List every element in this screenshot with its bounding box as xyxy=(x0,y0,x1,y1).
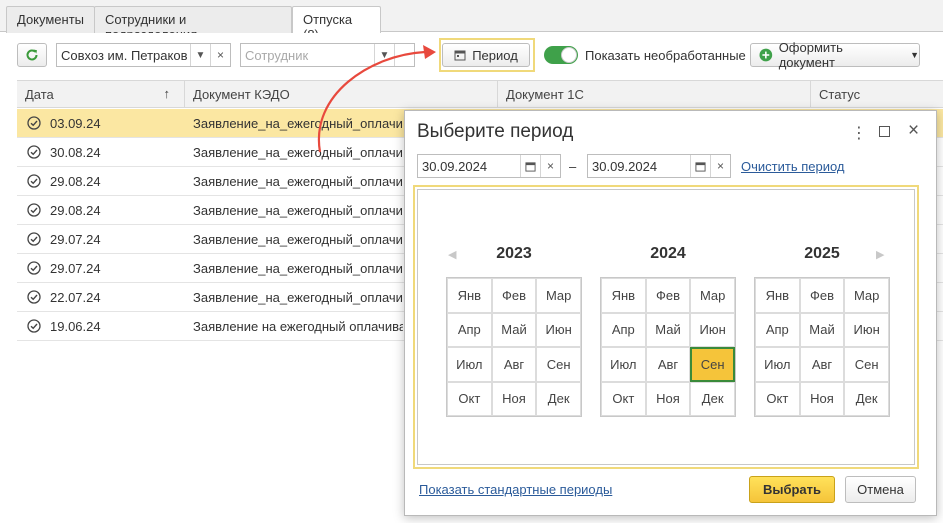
year-title: 2024 xyxy=(650,245,686,262)
date-range-dash: – xyxy=(569,159,577,174)
month-cell[interactable]: Ноя xyxy=(799,381,845,416)
cancel-button-label: Отмена xyxy=(857,482,904,497)
month-cell[interactable]: Май xyxy=(491,312,537,347)
month-cell[interactable]: Июл xyxy=(601,347,646,382)
year-title: 2025 xyxy=(804,245,840,262)
month-cell[interactable]: Окт xyxy=(601,381,646,416)
more-menu-icon[interactable]: ⋮ xyxy=(851,123,867,143)
select-button-label: Выбрать xyxy=(762,482,822,497)
month-cell[interactable]: Июн xyxy=(690,312,735,347)
calendar-icon[interactable] xyxy=(520,155,540,177)
clear-period-link[interactable]: Очистить период xyxy=(741,159,845,174)
month-calendar-frame: ◀ ▶ 2023 Янв Фев Мар Апр Май Июн Июл Авг Сен Окт Но… xyxy=(413,185,919,469)
month-cell[interactable]: Дек xyxy=(690,381,735,416)
date-to-value: 30.09.2024 xyxy=(592,158,658,174)
month-cell[interactable]: Сен xyxy=(844,347,889,382)
month-cell[interactable]: Июл xyxy=(755,347,800,382)
close-icon[interactable]: × xyxy=(908,120,919,142)
month-cell[interactable]: Авг xyxy=(645,347,691,382)
month-cell[interactable]: Июн xyxy=(536,312,581,347)
dialog-title: Выберите период xyxy=(417,121,574,142)
month-calendar: ◀ ▶ 2023 Янв Фев Мар Апр Май Июн Июл Авг Сен Окт Но… xyxy=(417,189,915,465)
month-cell[interactable]: Янв xyxy=(601,278,646,313)
calendar-icon[interactable] xyxy=(690,155,710,177)
month-cell[interactable]: Авг xyxy=(799,347,845,382)
standard-periods-link[interactable]: Показать стандартные периоды xyxy=(419,482,612,497)
period-dialog: Выберите период ⋮ × 30.09.2024 × – 30.09… xyxy=(404,110,937,516)
year-title: 2023 xyxy=(496,245,532,262)
clear-icon[interactable]: × xyxy=(540,155,560,177)
month-cell[interactable]: Окт xyxy=(755,381,800,416)
month-cell[interactable]: Апр xyxy=(447,312,492,347)
month-cell[interactable]: Июн xyxy=(844,312,889,347)
month-cell[interactable]: Фев xyxy=(645,278,691,313)
month-grid: Янв Фев Мар Апр Май Июн Июл Авг Сен Окт Ноя Дек xyxy=(446,277,582,417)
month-cell[interactable]: Апр xyxy=(755,312,800,347)
month-grid: Янв Фев Мар Апр Май Июн Июл Авг Сен Окт Ноя Дек xyxy=(600,277,736,417)
select-button[interactable]: Выбрать xyxy=(749,476,835,503)
date-to-field[interactable]: 30.09.2024 × xyxy=(587,154,731,178)
month-cell[interactable]: Мар xyxy=(536,278,581,313)
month-cell[interactable]: Дек xyxy=(844,381,889,416)
month-cell[interactable]: Июл xyxy=(447,347,492,382)
month-cell[interactable]: Ноя xyxy=(491,381,537,416)
clear-icon[interactable]: × xyxy=(710,155,730,177)
month-cell[interactable]: Май xyxy=(799,312,845,347)
month-cell[interactable]: Авг xyxy=(491,347,537,382)
month-grid: Янв Фев Мар Апр Май Июн Июл Авг Сен Окт Ноя Дек xyxy=(754,277,890,417)
cancel-button[interactable]: Отмена xyxy=(845,476,916,503)
month-cell[interactable]: Фев xyxy=(799,278,845,313)
month-cell[interactable]: Ноя xyxy=(645,381,691,416)
month-cell[interactable]: Окт xyxy=(447,381,492,416)
month-cell[interactable]: Сен xyxy=(536,347,581,382)
date-from-field[interactable]: 30.09.2024 × xyxy=(417,154,561,178)
month-cell[interactable]: Сен xyxy=(690,347,735,382)
maximize-icon[interactable] xyxy=(879,126,890,137)
month-cell[interactable]: Дек xyxy=(536,381,581,416)
month-cell[interactable]: Мар xyxy=(690,278,735,313)
month-cell[interactable]: Май xyxy=(645,312,691,347)
month-cell[interactable]: Янв xyxy=(755,278,800,313)
date-from-value: 30.09.2024 xyxy=(422,158,488,174)
month-cell[interactable]: Фев xyxy=(491,278,537,313)
month-cell[interactable]: Мар xyxy=(844,278,889,313)
month-cell[interactable]: Янв xyxy=(447,278,492,313)
month-cell[interactable]: Апр xyxy=(601,312,646,347)
